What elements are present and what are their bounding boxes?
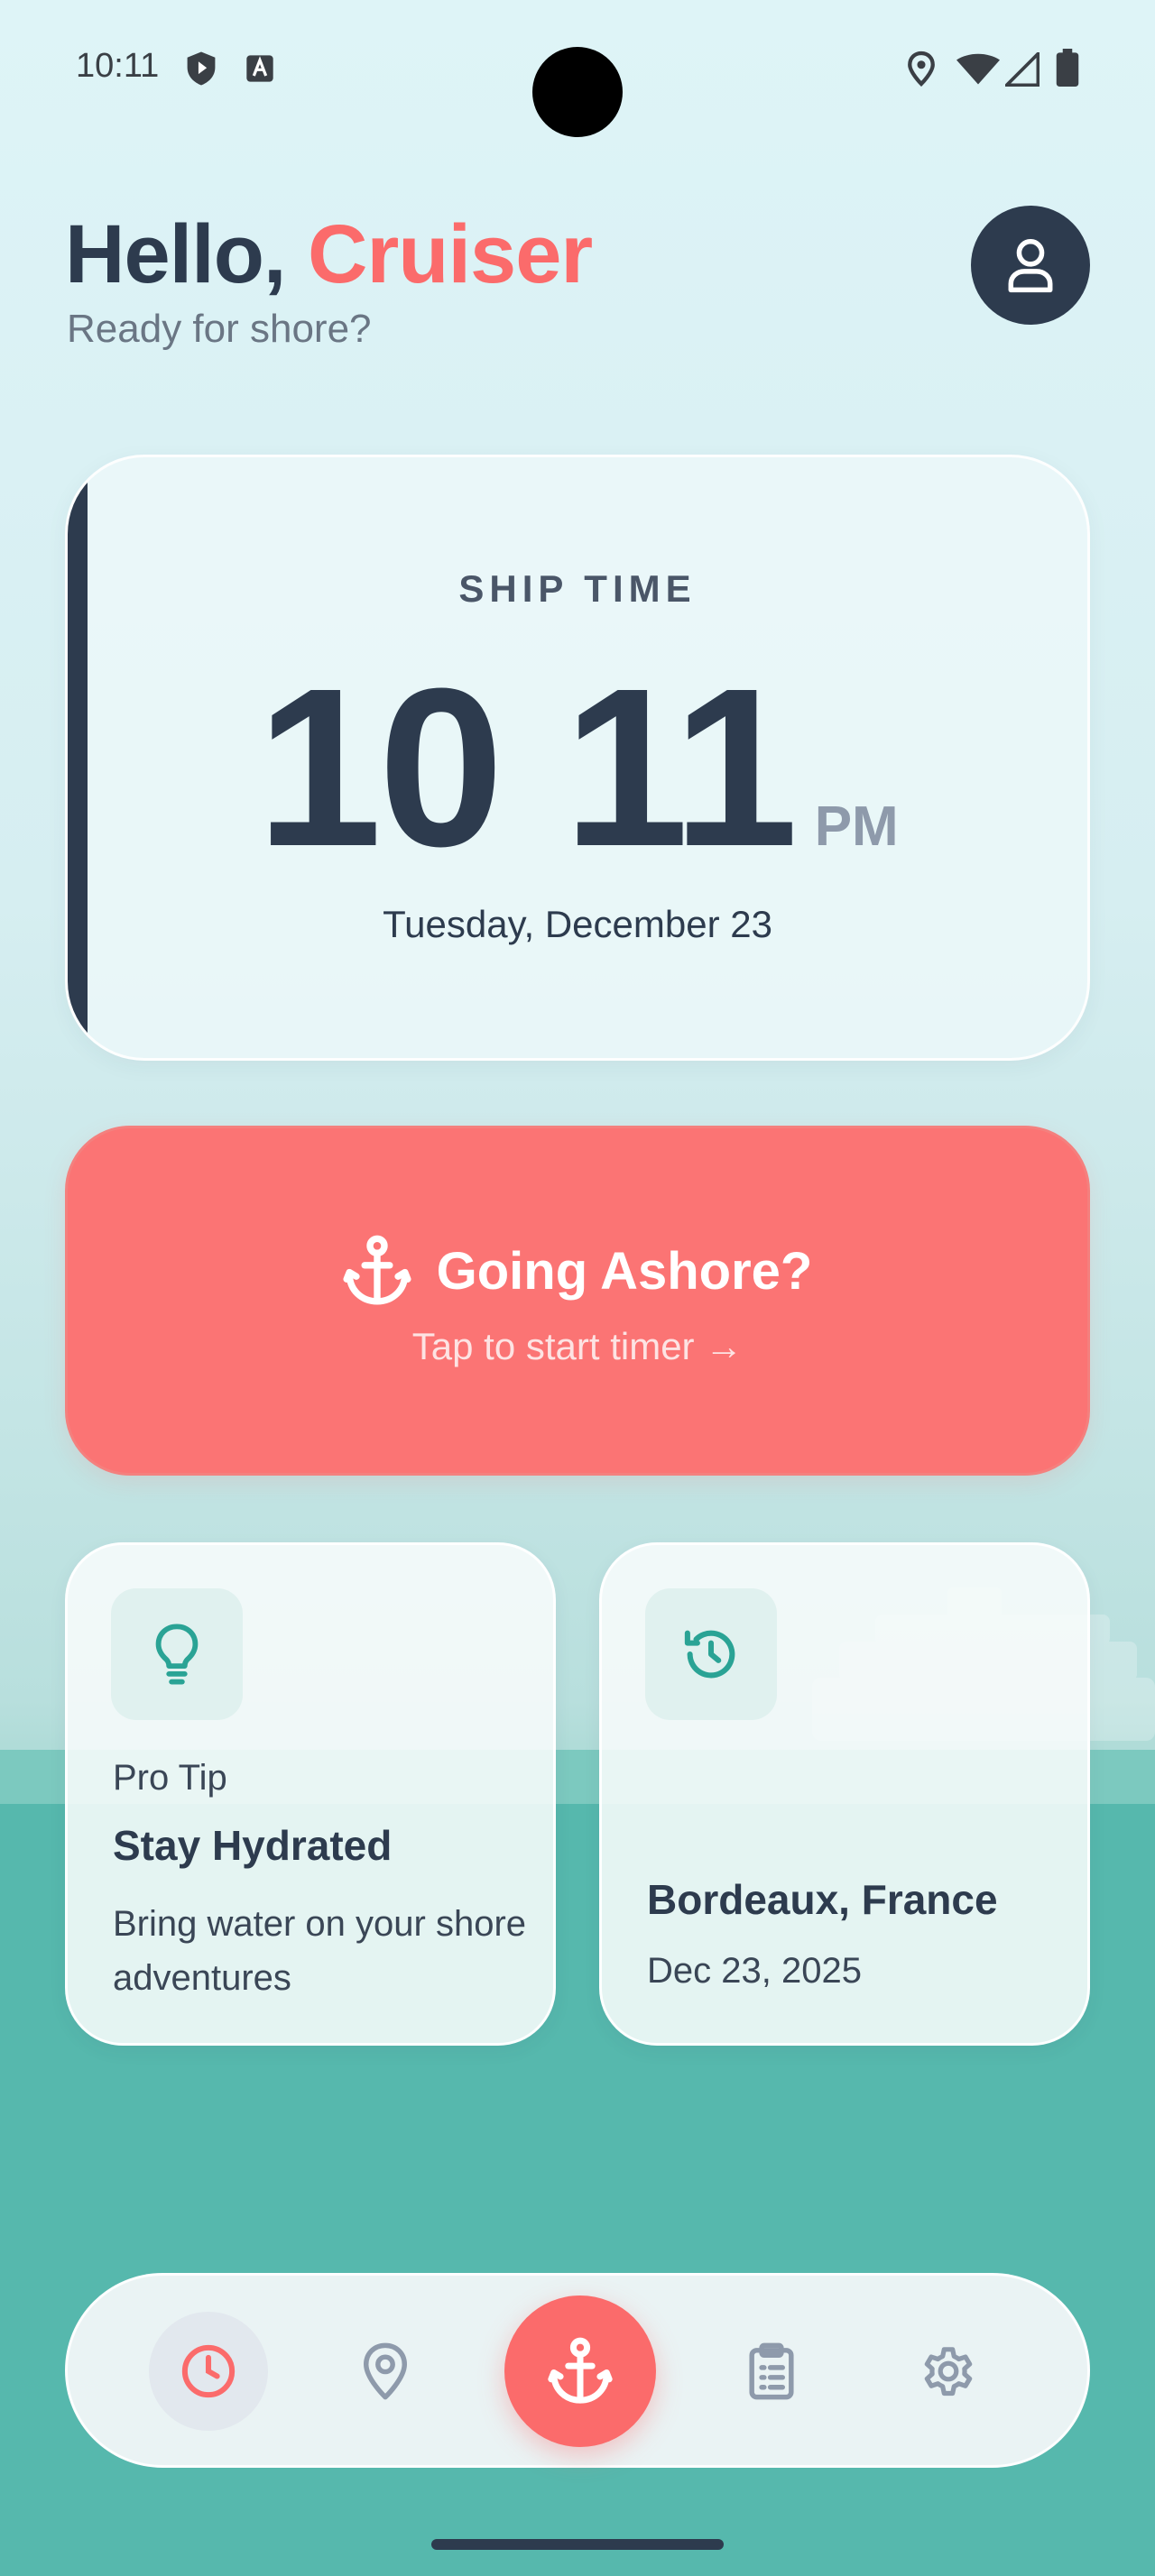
clipboard-icon [749, 2342, 794, 2400]
history-icon-tile [645, 1588, 777, 1720]
greeting-word: Hello, [65, 208, 286, 300]
wifi-icon [956, 53, 1000, 85]
signal-icon [1005, 52, 1040, 87]
ship-time-hours: 10 [256, 641, 504, 893]
nav-settings[interactable] [889, 2312, 1008, 2431]
status-bar: 10:11 [0, 0, 1155, 137]
ship-time-label: SHIP TIME [458, 567, 697, 610]
map-pin-icon [364, 2342, 407, 2400]
location-icon [908, 51, 935, 87]
anchor-icon [548, 2337, 613, 2404]
last-port-card[interactable]: Bordeaux, France Dec 23, 2025 [599, 1542, 1090, 2046]
shield-play-icon [187, 51, 216, 86]
a-box-icon [246, 55, 273, 82]
greeting-title: Hello, Cruiser [65, 207, 593, 302]
pro-tip-body: Bring water on your shore adventures [113, 1904, 527, 1998]
user-icon [1008, 238, 1053, 293]
profile-button[interactable] [971, 206, 1090, 325]
nav-timer[interactable] [149, 2312, 268, 2431]
pro-tip-icon-tile [111, 1588, 243, 1720]
battery-icon [1056, 49, 1079, 87]
pro-tip-title: Stay Hydrated [113, 1822, 393, 1869]
ship-time-clock: 10 11 PM [68, 638, 1087, 897]
last-port-date: Dec 23, 2025 [647, 1951, 862, 1991]
history-icon [684, 1630, 735, 1679]
nav-checklist[interactable] [712, 2312, 831, 2431]
ship-time-minutes: 11 [563, 641, 798, 893]
last-port-name: Bordeaux, France [647, 1876, 998, 1923]
gear-icon [924, 2347, 973, 2397]
bottom-navigation [65, 2273, 1090, 2468]
ship-time-card: SHIP TIME 10 11 PM Tuesday, December 23 [65, 455, 1090, 1061]
home-indicator [431, 2539, 724, 2550]
nav-locations[interactable] [326, 2312, 445, 2431]
ship-time-date: Tuesday, December 23 [383, 903, 772, 945]
anchor-icon [343, 1235, 411, 1305]
camera-cutout [532, 47, 623, 137]
user-name: Cruiser [308, 208, 593, 300]
nav-go-ashore-fab[interactable] [504, 2295, 656, 2447]
ship-time-ampm: PM [814, 796, 899, 858]
greeting-subtitle: Ready for shore? [67, 307, 372, 351]
pro-tip-kicker: Pro Tip [113, 1758, 227, 1798]
lightbulb-icon [155, 1624, 199, 1685]
going-ashore-subtitle: Tap to start timer → [411, 1325, 744, 1367]
clock-icon [181, 2344, 236, 2398]
going-ashore-title: Going Ashore? [436, 1241, 813, 1301]
status-time: 10:11 [76, 47, 160, 85]
pro-tip-card[interactable]: Pro Tip Stay Hydrated Bring water on you… [65, 1542, 556, 2046]
going-ashore-button[interactable]: Going Ashore? Tap to start timer → [65, 1126, 1090, 1476]
